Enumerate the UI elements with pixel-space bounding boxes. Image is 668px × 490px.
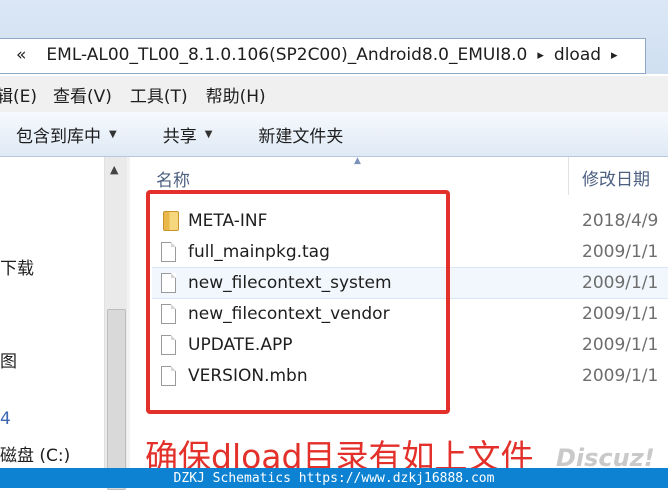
nav-item-downloads[interactable]: 下载 — [0, 254, 34, 279]
chevron-right-icon[interactable]: ▸ — [611, 48, 618, 63]
breadcrumb-overflow[interactable]: « — [16, 45, 26, 65]
scroll-up-arrow-icon[interactable]: ▲ — [110, 163, 118, 176]
menu-view[interactable]: 查看(V) — [53, 82, 112, 107]
menu-bar: 辑(E) 查看(V) 工具(T) 帮助(H) — [0, 76, 668, 113]
footer-text: DZKJ Schematics https://www.dzkj16888.co… — [173, 470, 495, 486]
address-bar-area: « EML-AL00_TL00_8.1.0.106(SP2C00)_Androi… — [0, 0, 668, 74]
include-in-library-button[interactable]: 包含到库中 ▼ — [16, 122, 117, 147]
menu-help[interactable]: 帮助(H) — [206, 82, 266, 107]
share-button[interactable]: 共享 ▼ — [163, 122, 213, 147]
dropdown-caret-icon: ▼ — [204, 128, 213, 140]
footer-banner: DZKJ Schematics https://www.dzkj16888.co… — [0, 468, 668, 488]
scroll-thumb[interactable] — [107, 309, 126, 490]
new-folder-button[interactable]: 新建文件夹 — [258, 122, 343, 147]
include-in-library-label: 包含到库中 — [16, 126, 101, 147]
command-toolbar: 包含到库中 ▼ 共享 ▼ 新建文件夹 — [0, 112, 668, 157]
nav-item-local-disk-c[interactable]: 磁盘 (C:) — [0, 441, 70, 466]
nav-item-pictures[interactable]: 图 — [0, 347, 17, 372]
navigation-pane: 下载 图 4 磁盘 (C:) — [0, 157, 104, 488]
column-header-date-modified[interactable]: 修改日期 — [582, 165, 650, 190]
nav-item-computer[interactable]: 4 — [0, 409, 11, 429]
column-header-name[interactable]: 名称 — [156, 166, 190, 191]
sort-ascending-icon: ▲ — [354, 156, 361, 166]
share-label: 共享 — [162, 126, 197, 147]
address-bar[interactable]: « EML-AL00_TL00_8.1.0.106(SP2C00)_Androi… — [0, 38, 646, 74]
breadcrumb-segment-firmware[interactable]: EML-AL00_TL00_8.1.0.106(SP2C00)_Android8… — [46, 45, 527, 65]
pane-splitter[interactable] — [127, 157, 130, 488]
breadcrumb-segment-dload[interactable]: dload — [554, 45, 601, 65]
menu-tools[interactable]: 工具(T) — [130, 82, 188, 107]
file-date: 2009/1/1 — [582, 273, 659, 293]
file-date: 2009/1/1 — [582, 335, 659, 355]
red-highlight-box — [146, 190, 450, 414]
nav-scrollbar[interactable]: ▲ — [104, 157, 127, 490]
new-folder-label: 新建文件夹 — [258, 126, 344, 147]
dropdown-caret-icon: ▼ — [109, 128, 117, 140]
file-date: 2018/4/9 — [582, 211, 659, 231]
file-date: 2009/1/1 — [582, 366, 659, 386]
breadcrumb: « EML-AL00_TL00_8.1.0.106(SP2C00)_Androi… — [16, 45, 628, 65]
column-divider[interactable] — [568, 157, 569, 195]
file-date: 2009/1/1 — [582, 304, 659, 324]
chevron-right-icon[interactable]: ▸ — [537, 48, 544, 63]
file-date: 2009/1/1 — [582, 242, 659, 262]
menu-edit[interactable]: 辑(E) — [0, 82, 37, 107]
